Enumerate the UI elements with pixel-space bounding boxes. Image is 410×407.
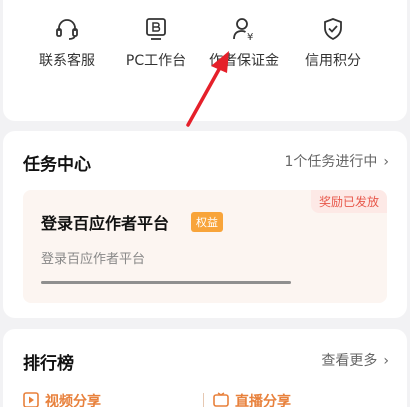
chevron-right-icon: ›	[383, 154, 389, 170]
task-description: 登录百应作者平台	[41, 252, 146, 267]
credit-points-label: 信用积分	[305, 53, 361, 69]
ranking-title: 排行榜	[23, 354, 74, 374]
tab-video-share[interactable]: 视频分享	[23, 391, 101, 407]
task-center-title: 任务中心	[23, 155, 91, 175]
task-name: 登录百应作者平台	[41, 214, 170, 233]
ranking-card: 排行榜 查看更多 › 视频分享 直播分享	[3, 329, 407, 407]
view-more-text: 查看更多	[321, 353, 378, 369]
shield-check-icon	[324, 18, 342, 41]
tab-live-share-label: 直播分享	[235, 394, 291, 407]
chevron-right-icon: ›	[383, 353, 389, 369]
red-annotation-arrow	[186, 51, 229, 127]
play-icon	[23, 392, 39, 407]
svg-text:¥: ¥	[247, 32, 253, 42]
view-more-link[interactable]: 查看更多 ›	[321, 350, 389, 370]
credit-points-button[interactable]: 信用积分	[283, 16, 383, 70]
task-progress-fill	[41, 281, 291, 284]
reward-status-badge: 奖励已发放	[310, 190, 387, 213]
contact-service-button[interactable]: 联系客服	[17, 16, 117, 70]
tab-live-share[interactable]: 直播分享	[203, 391, 291, 407]
author-deposit-icon: ¥	[233, 18, 253, 42]
task-progress-link[interactable]: 1个任务进行中 ›	[284, 151, 389, 171]
equity-tag: 权益	[191, 212, 223, 232]
live-icon	[213, 392, 229, 407]
task-progress-text: 1个任务进行中	[284, 154, 378, 170]
headset-icon	[56, 19, 78, 40]
pc-workbench-icon	[146, 18, 166, 40]
tab-video-share-label: 视频分享	[45, 394, 101, 407]
contact-service-label: 联系客服	[39, 53, 95, 69]
task-progress-bar	[41, 281, 291, 284]
task-center-card: 任务中心 1个任务进行中 › 奖励已发放 登录百应作者平台 权益 登录百应作者平台	[3, 131, 407, 318]
task-item[interactable]: 奖励已发放 登录百应作者平台 权益 登录百应作者平台	[23, 190, 387, 303]
